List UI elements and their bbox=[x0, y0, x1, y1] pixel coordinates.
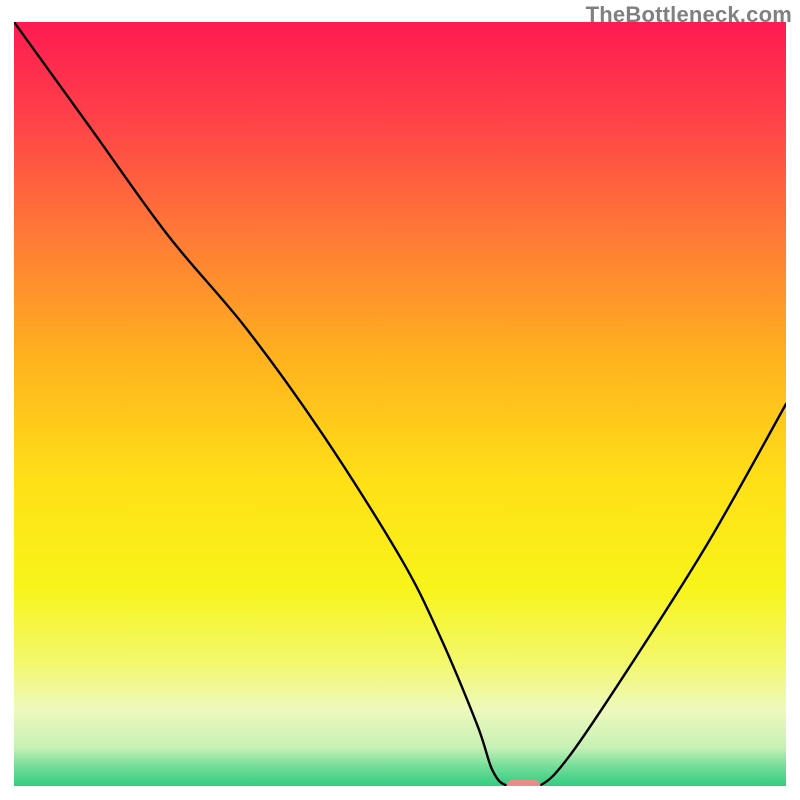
gradient-background bbox=[14, 22, 786, 786]
chart-svg bbox=[14, 22, 786, 786]
plot-area bbox=[14, 22, 786, 786]
chart-container: TheBottleneck.com bbox=[0, 0, 800, 800]
optimum-marker bbox=[507, 780, 541, 786]
